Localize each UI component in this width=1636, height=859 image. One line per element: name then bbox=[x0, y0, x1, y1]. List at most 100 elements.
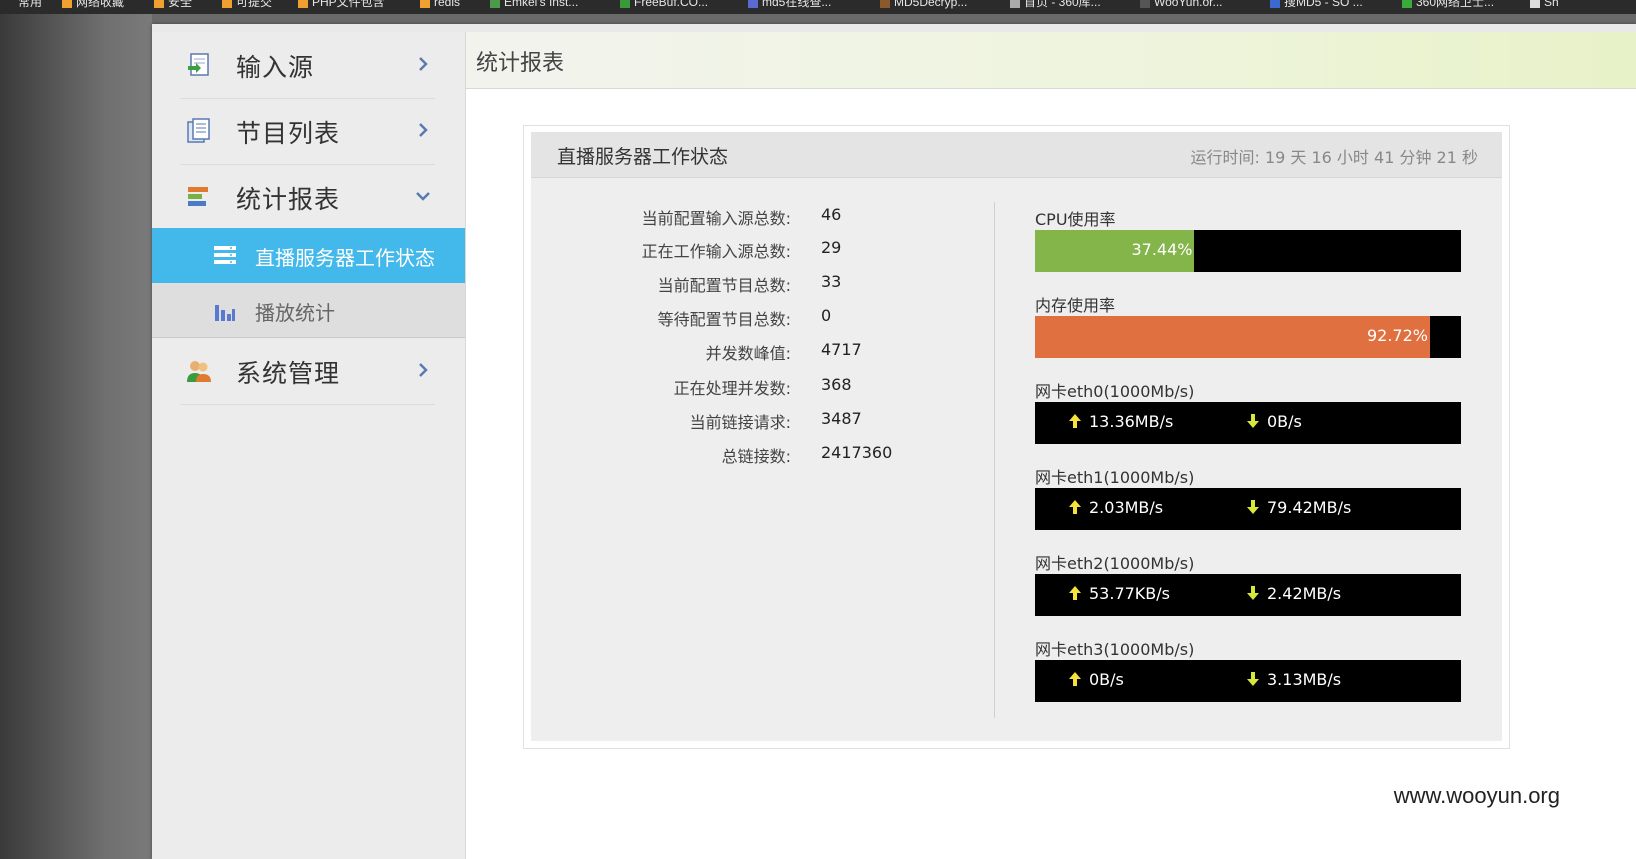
bookmark-item[interactable]: Emkei's Inst... bbox=[490, 0, 578, 10]
memory-label: 内存使用率 bbox=[1035, 296, 1116, 315]
watermark: www.wooyun.org bbox=[1393, 783, 1560, 808]
program-list-icon bbox=[186, 118, 212, 144]
sidebar-item-input-source[interactable]: 输入源 bbox=[180, 32, 435, 99]
bookmark-item[interactable]: WooYun.or... bbox=[1140, 0, 1223, 10]
upload-rate: 2.03MB/s bbox=[1067, 498, 1163, 517]
bookmark-item[interactable]: PHP文件包含 bbox=[298, 0, 385, 10]
stat-row: 当前配置节目总数: 33 bbox=[531, 269, 993, 297]
arrow-down-icon bbox=[1247, 672, 1259, 686]
bookmark-item[interactable]: FreeBuf.CO... bbox=[620, 0, 708, 10]
stat-row: 总链接数: 2417360 bbox=[531, 440, 993, 468]
stat-row: 当前链接请求: 3487 bbox=[531, 406, 993, 434]
sidebar-item-label: 系统管理 bbox=[236, 359, 341, 388]
chevron-right-icon bbox=[413, 360, 433, 380]
nic-label: 网卡eth3(1000Mb/s) bbox=[1035, 640, 1195, 659]
sidebar-item-label: 输入源 bbox=[236, 53, 315, 82]
memory-usage-fill: 92.72% bbox=[1035, 316, 1430, 358]
bookmark-item[interactable]: 安全 bbox=[154, 0, 192, 10]
arrow-up-icon bbox=[1069, 500, 1081, 514]
stat-label: 正在工作输入源总数: bbox=[641, 242, 791, 261]
bookmark-item[interactable]: 网络收藏 bbox=[62, 0, 124, 10]
report-icon bbox=[186, 184, 212, 210]
sidebar-subitem-label: 直播服务器工作状态 bbox=[255, 246, 435, 270]
nic-eth3-throughput: 0B/s 3.13MB/s bbox=[1035, 660, 1461, 702]
server-list-icon bbox=[214, 246, 236, 264]
nic-eth0-throughput: 13.36MB/s 0B/s bbox=[1035, 402, 1461, 444]
upload-rate: 53.77KB/s bbox=[1067, 584, 1170, 603]
memory-usage-bar: 92.72% bbox=[1035, 316, 1461, 358]
stat-label: 等待配置节目总数: bbox=[657, 310, 791, 329]
input-source-icon bbox=[186, 52, 212, 78]
stat-label: 正在处理并发数: bbox=[673, 379, 791, 398]
arrow-down-icon bbox=[1247, 500, 1259, 514]
bookmark-item[interactable]: Sh bbox=[1530, 0, 1559, 10]
arrow-down-icon bbox=[1247, 586, 1259, 600]
bookmark-item[interactable]: 常用 bbox=[18, 0, 42, 10]
bookmark-item[interactable]: 首页 - 360库... bbox=[1010, 0, 1101, 10]
download-rate: 2.42MB/s bbox=[1245, 584, 1341, 603]
nic-label: 网卡eth2(1000Mb/s) bbox=[1035, 554, 1195, 573]
arrow-up-icon bbox=[1069, 586, 1081, 600]
uptime-label: 运行时间: bbox=[1190, 148, 1260, 167]
bookmark-item[interactable]: MD5Decryp... bbox=[880, 0, 967, 10]
status-panel: 直播服务器工作状态 运行时间: 19 天 16 小时 41 分钟 21 秒 当前… bbox=[531, 132, 1502, 741]
stat-value: 4717 bbox=[821, 340, 862, 359]
stat-row: 正在工作输入源总数: 29 bbox=[531, 235, 993, 263]
stat-value: 46 bbox=[821, 205, 842, 224]
stat-label: 并发数峰值: bbox=[705, 344, 791, 363]
stat-row: 等待配置节目总数: 0 bbox=[531, 303, 993, 331]
memory-usage-text: 92.72% bbox=[1366, 326, 1428, 345]
panel-title: 直播服务器工作状态 bbox=[557, 146, 729, 168]
stat-label: 当前配置节目总数: bbox=[657, 276, 791, 295]
stat-row: 并发数峰值: 4717 bbox=[531, 337, 993, 365]
window-backdrop bbox=[0, 14, 152, 859]
stat-value: 2417360 bbox=[821, 443, 893, 462]
panel-header: 直播服务器工作状态 运行时间: 19 天 16 小时 41 分钟 21 秒 bbox=[531, 132, 1502, 178]
users-icon bbox=[186, 358, 212, 384]
sidebar-item-label: 节目列表 bbox=[236, 119, 341, 148]
nic-eth2-throughput: 53.77KB/s 2.42MB/s bbox=[1035, 574, 1461, 616]
arrow-up-icon bbox=[1069, 414, 1081, 428]
stat-label: 当前配置输入源总数: bbox=[641, 209, 791, 228]
bookmarks-bar: 常用 网络收藏 安全 可提交 PHP文件包含 redis Emkei's Ins… bbox=[0, 0, 1636, 14]
sidebar-item-report[interactable]: 统计报表 bbox=[180, 164, 435, 231]
nic-label: 网卡eth1(1000Mb/s) bbox=[1035, 468, 1195, 487]
sidebar-subitem-server-status[interactable]: 直播服务器工作状态 bbox=[152, 228, 465, 283]
stat-value: 368 bbox=[821, 375, 852, 394]
page-header: 统计报表 bbox=[466, 32, 1636, 89]
sidebar-item-system-management[interactable]: 系统管理 bbox=[180, 338, 435, 405]
column-divider bbox=[994, 202, 995, 718]
chevron-down-icon bbox=[413, 186, 433, 206]
sidebar-item-program-list[interactable]: 节目列表 bbox=[180, 98, 435, 165]
bookmark-item[interactable]: 可提交 bbox=[222, 0, 272, 10]
sidebar-subitem-play-stats[interactable]: 播放统计 bbox=[152, 283, 465, 338]
bookmark-item[interactable]: redis bbox=[420, 0, 460, 10]
cpu-usage-fill: 37.44% bbox=[1035, 230, 1195, 272]
stat-value: 33 bbox=[821, 272, 842, 291]
uptime-value: 19 天 16 小时 41 分钟 21 秒 bbox=[1264, 148, 1478, 167]
sidebar-item-label: 统计报表 bbox=[236, 185, 341, 214]
download-rate: 79.42MB/s bbox=[1245, 498, 1351, 517]
bookmark-item[interactable]: 360网络卫士... bbox=[1402, 0, 1494, 10]
bar-chart-icon bbox=[214, 301, 236, 321]
bookmark-item[interactable]: md5在线查... bbox=[748, 0, 831, 10]
bookmark-item[interactable]: 搜MD5 - SO ... bbox=[1270, 0, 1363, 10]
cpu-label: CPU使用率 bbox=[1035, 210, 1116, 229]
download-rate: 0B/s bbox=[1245, 412, 1302, 431]
status-panel-frame: 直播服务器工作状态 运行时间: 19 天 16 小时 41 分钟 21 秒 当前… bbox=[523, 125, 1510, 749]
stat-value: 3487 bbox=[821, 409, 862, 428]
stat-row: 当前配置输入源总数: 46 bbox=[531, 202, 993, 230]
stat-row: 正在处理并发数: 368 bbox=[531, 372, 993, 400]
uptime: 运行时间: 19 天 16 小时 41 分钟 21 秒 bbox=[1190, 144, 1478, 168]
cpu-usage-bar: 37.44% bbox=[1035, 230, 1461, 272]
chevron-right-icon bbox=[413, 120, 433, 140]
stat-label: 当前链接请求: bbox=[689, 413, 791, 432]
download-rate: 3.13MB/s bbox=[1245, 670, 1341, 689]
nic-label: 网卡eth0(1000Mb/s) bbox=[1035, 382, 1195, 401]
stat-label: 总链接数: bbox=[721, 447, 791, 466]
nic-eth1-throughput: 2.03MB/s 79.42MB/s bbox=[1035, 488, 1461, 530]
stat-value: 29 bbox=[821, 238, 842, 257]
cpu-usage-text: 37.44% bbox=[1131, 240, 1193, 259]
sidebar: 输入源 节目列表 统计报表 直播服务器工作状态 播放统计 系统管理 bbox=[152, 32, 466, 859]
upload-rate: 0B/s bbox=[1067, 670, 1124, 689]
